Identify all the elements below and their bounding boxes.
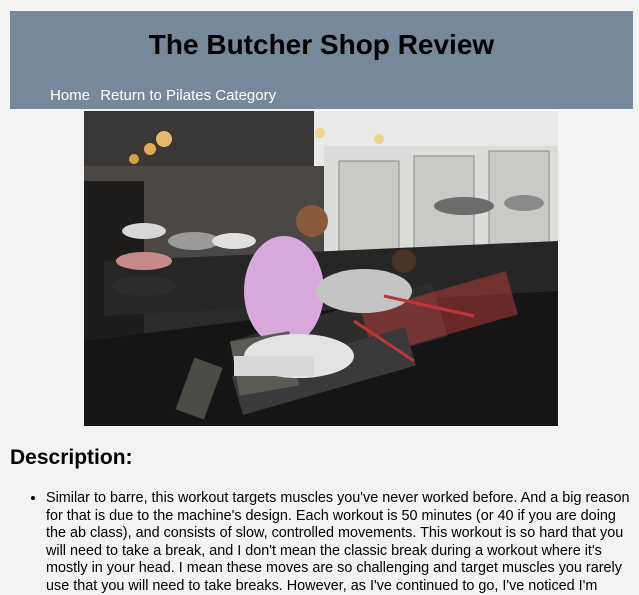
pilates-class-photo-icon	[84, 111, 558, 426]
site-header: The Butcher Shop Review Home Return to P…	[10, 11, 633, 109]
description-heading: Description:	[10, 446, 133, 469]
description-list: Similar to barre, this workout targets m…	[10, 490, 632, 595]
nav-link-pilates-category[interactable]: Return to Pilates Category	[100, 87, 276, 104]
description-item: Similar to barre, this workout targets m…	[46, 490, 632, 595]
nav-bar: Home Return to Pilates Category	[50, 87, 282, 104]
nav-link-home[interactable]: Home	[50, 87, 90, 104]
page-title: The Butcher Shop Review	[148, 29, 495, 60]
pilates-class-image	[84, 111, 558, 426]
